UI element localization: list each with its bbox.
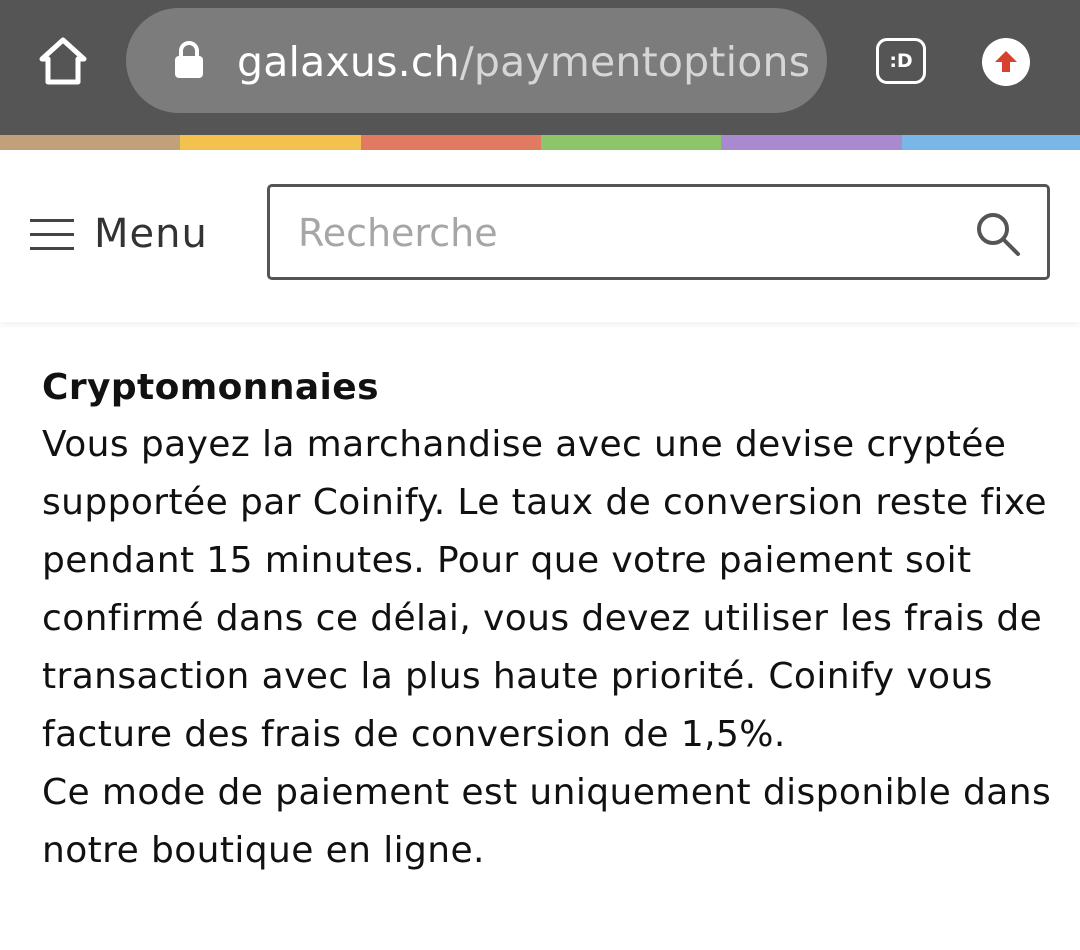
menu-label: Menu (94, 211, 208, 257)
lock-icon (175, 41, 203, 78)
stripe-segment (0, 135, 180, 150)
page-content: Cryptomonnaies Vous payez la marchandise… (42, 360, 1052, 880)
hamburger-icon (30, 217, 74, 251)
home-button[interactable] (34, 32, 92, 90)
stripe-segment (721, 135, 902, 150)
url-path: /paymentoptions (459, 38, 811, 86)
update-button[interactable] (982, 38, 1030, 86)
extension-button[interactable]: :D (876, 38, 926, 84)
arrow-up-icon (995, 51, 1017, 72)
stripe-segment (180, 135, 361, 150)
extension-label: :D (889, 50, 913, 72)
search-input[interactable] (298, 205, 948, 261)
section-heading: Cryptomonnaies (42, 367, 379, 408)
menu-button[interactable]: Menu (30, 210, 208, 258)
search-icon[interactable] (973, 209, 1023, 259)
stripe-segment (361, 135, 541, 150)
home-icon (39, 37, 87, 85)
browser-toolbar: galaxus.ch/paymentoptions :D (0, 0, 1080, 135)
url-domain: galaxus.ch (237, 38, 460, 86)
site-header: Menu (0, 150, 1080, 322)
section-paragraph-availability: Ce mode de paiement est uniquement dispo… (42, 772, 1052, 871)
stripe-segment (902, 135, 1080, 150)
search-box[interactable] (267, 184, 1050, 280)
url-text[interactable]: galaxus.ch/paymentoptions (237, 36, 810, 88)
color-stripe (0, 135, 1080, 150)
stripe-segment (541, 135, 721, 150)
section-paragraph: Vous payez la marchandise avec une devis… (42, 424, 1047, 755)
